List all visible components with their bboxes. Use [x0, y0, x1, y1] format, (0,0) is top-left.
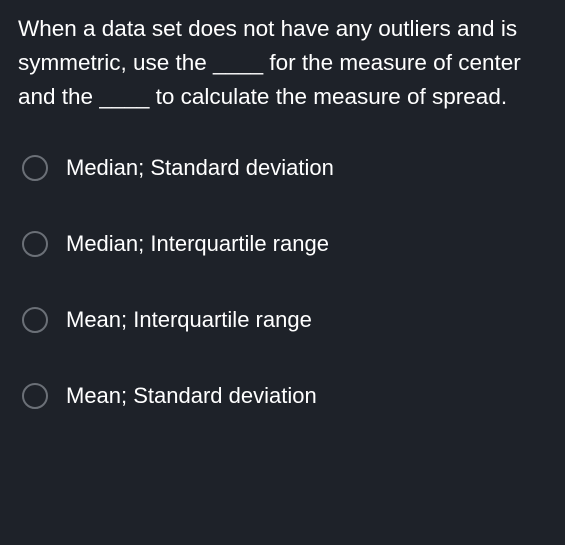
option-label: Mean; Interquartile range	[66, 307, 312, 333]
option-label: Median; Standard deviation	[66, 155, 334, 181]
option-row[interactable]: Median; Interquartile range	[22, 231, 547, 257]
radio-icon	[22, 155, 48, 181]
option-row[interactable]: Mean; Standard deviation	[22, 383, 547, 409]
option-row[interactable]: Median; Standard deviation	[22, 155, 547, 181]
option-label: Median; Interquartile range	[66, 231, 329, 257]
options-list: Median; Standard deviation Median; Inter…	[18, 155, 547, 409]
option-label: Mean; Standard deviation	[66, 383, 317, 409]
option-row[interactable]: Mean; Interquartile range	[22, 307, 547, 333]
radio-icon	[22, 307, 48, 333]
question-text: When a data set does not have any outlie…	[18, 12, 547, 113]
radio-icon	[22, 383, 48, 409]
radio-icon	[22, 231, 48, 257]
